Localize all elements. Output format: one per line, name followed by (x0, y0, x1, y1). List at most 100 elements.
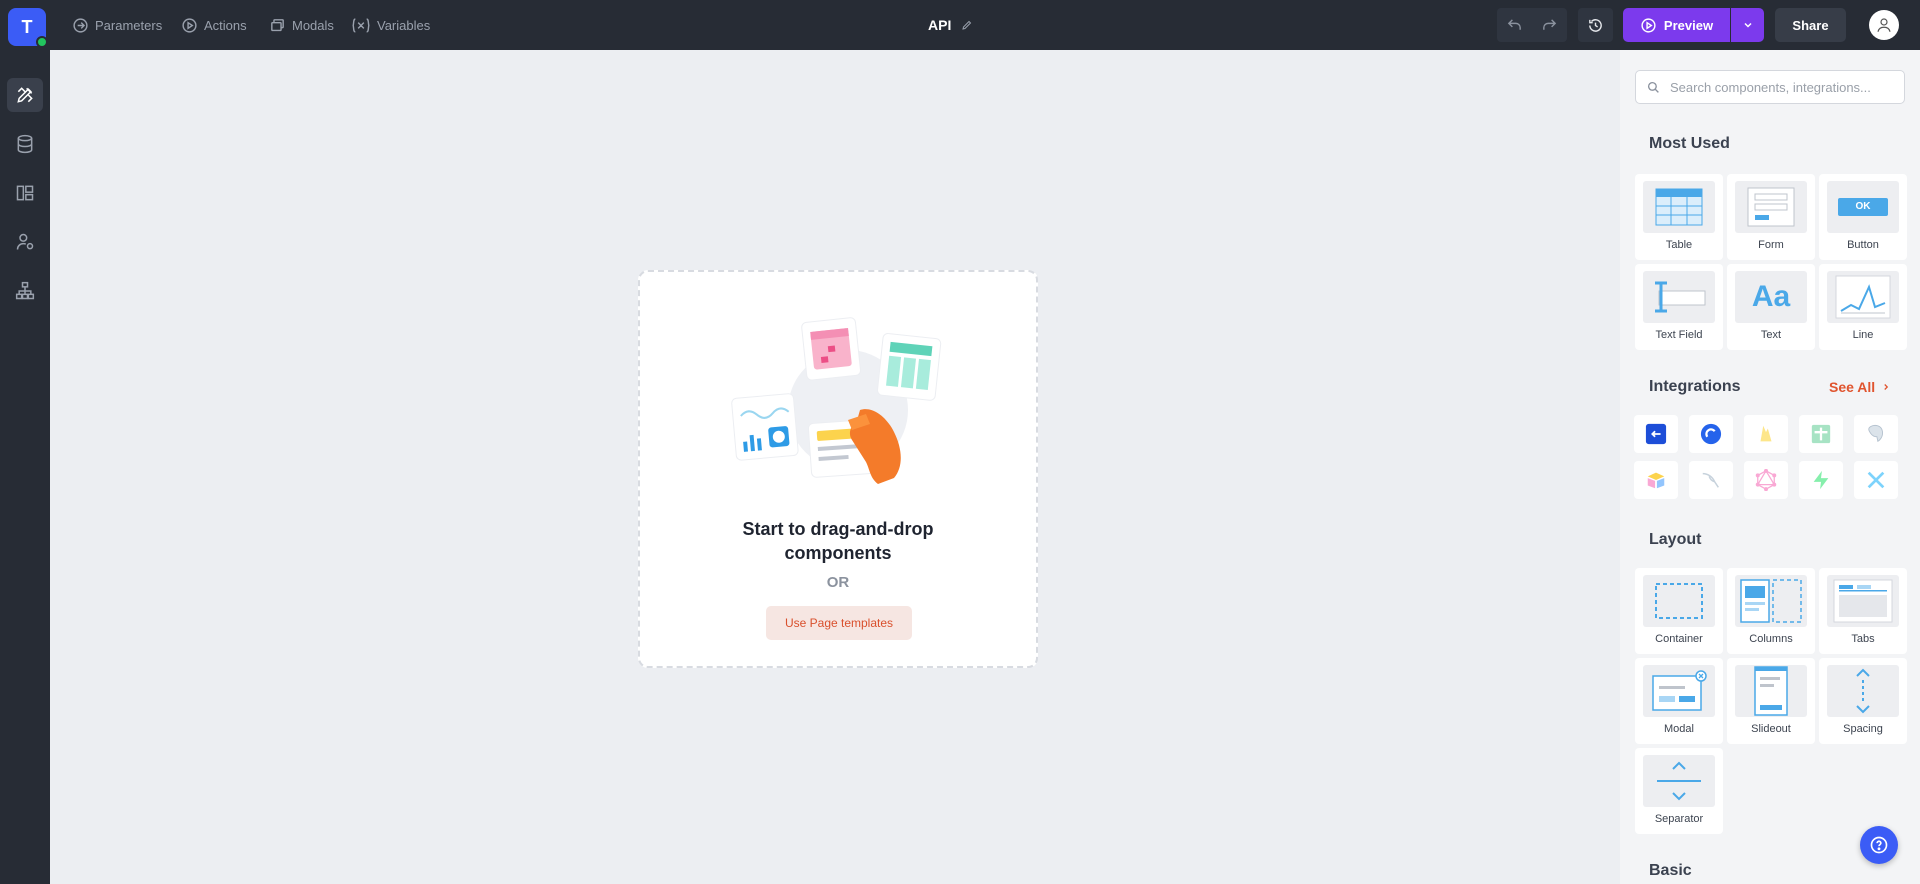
text-preview: Aa (1751, 280, 1791, 313)
component-modal[interactable]: Modal (1635, 658, 1723, 744)
integration-mysql[interactable] (1689, 461, 1733, 499)
component-separator[interactable]: Separator (1635, 748, 1723, 834)
table-icon (1655, 188, 1703, 226)
logo-letter: T (21, 17, 33, 37)
redo-icon (1543, 18, 1557, 30)
integrations-title: Integrations (1649, 378, 1741, 395)
line-thumb (1827, 271, 1899, 323)
search-input[interactable] (1670, 71, 1896, 103)
use-page-templates-button[interactable]: Use Page templates (766, 606, 912, 640)
api-icon (1645, 423, 1667, 445)
component-container[interactable]: Container (1635, 568, 1723, 654)
firebase-icon (1760, 425, 1772, 442)
component-label: Separator (1654, 813, 1704, 825)
integration-postgresql[interactable] (1854, 415, 1898, 453)
search-icon (1647, 81, 1659, 93)
form-thumb (1735, 181, 1807, 233)
avatar[interactable] (1869, 10, 1899, 40)
sidebar-item-pages[interactable] (7, 176, 43, 210)
integration-graphql[interactable] (1744, 461, 1788, 499)
chevron-right-icon (1884, 384, 1889, 390)
pencil-icon[interactable] (961, 19, 973, 31)
container-thumb (1643, 575, 1715, 627)
container-icon (1655, 583, 1703, 619)
component-table[interactable]: Table (1635, 174, 1723, 260)
redo-button[interactable] (1532, 17, 1567, 34)
undo-icon (1507, 18, 1521, 30)
nav-modals-label: Modals (292, 17, 334, 33)
component-form[interactable]: Form (1727, 174, 1815, 260)
dropzone-title: Start to drag-and-drop components (742, 519, 934, 563)
component-line[interactable]: Line (1819, 264, 1907, 350)
button-thumb: OK (1827, 181, 1899, 233)
left-sidebar (0, 50, 50, 884)
separator-thumb (1643, 755, 1715, 807)
basic-title: Basic (1649, 862, 1692, 879)
preview-button[interactable]: Preview (1623, 8, 1730, 42)
app-logo[interactable]: T (8, 8, 48, 48)
dropzone-or: OR (826, 574, 850, 591)
user-settings-icon (16, 233, 34, 250)
component-button[interactable]: OK Button (1819, 174, 1907, 260)
component-spacing[interactable]: Spacing (1819, 658, 1907, 744)
sidebar-item-database[interactable] (7, 127, 43, 161)
columns-thumb (1735, 575, 1807, 627)
component-label: Columns (1749, 633, 1793, 645)
spacing-icon (1856, 668, 1870, 714)
component-slideout[interactable]: Slideout (1727, 658, 1815, 744)
component-text-field[interactable]: Text Field (1635, 264, 1723, 350)
history-icon (1589, 18, 1602, 32)
top-bar: T Parameters Actions Modals Variables AP… (0, 0, 1920, 50)
component-text[interactable]: Aa Text (1727, 264, 1815, 350)
modal-thumb (1643, 665, 1715, 717)
sidebar-item-structure[interactable] (7, 274, 43, 308)
most-used-title: Most Used (1649, 135, 1730, 152)
integration-firebase[interactable] (1744, 415, 1788, 453)
integration-x[interactable] (1854, 461, 1898, 499)
design-tools-icon (17, 87, 33, 103)
openai-icon (1700, 423, 1722, 445)
integration-supabase[interactable] (1799, 461, 1843, 499)
google-sheets-icon (1811, 424, 1831, 444)
button-preview: OK (1838, 198, 1888, 216)
arrow-right-circle-icon (73, 17, 88, 33)
mysql-icon (1702, 472, 1719, 488)
help-button[interactable] (1860, 826, 1898, 864)
integration-google-sheets[interactable] (1799, 415, 1843, 453)
modal-icon (1652, 670, 1707, 711)
page-title[interactable]: API (928, 0, 973, 50)
integration-airtable[interactable] (1634, 461, 1678, 499)
variable-x-icon (352, 17, 370, 33)
nav-actions[interactable]: Actions (181, 0, 247, 50)
user-icon (1877, 18, 1891, 32)
nav-variables-label: Variables (377, 17, 431, 33)
postgresql-icon (1868, 424, 1884, 443)
nav-variables[interactable]: Variables (351, 0, 430, 50)
see-all-label: See All (1829, 379, 1876, 395)
preview-dropdown-button[interactable] (1731, 8, 1764, 42)
share-button[interactable]: Share (1775, 8, 1846, 42)
status-dot (36, 36, 48, 48)
component-label: Form (1758, 239, 1784, 251)
components-panel: Most Used Table Form OK Button Text Fiel… (1620, 50, 1920, 884)
undo-redo-group (1497, 8, 1567, 42)
component-columns[interactable]: Columns (1727, 568, 1815, 654)
airtable-x-icon (1867, 471, 1885, 489)
history-button[interactable] (1578, 8, 1613, 42)
text-thumb: Aa (1735, 271, 1807, 323)
integration-openai[interactable] (1689, 415, 1733, 453)
play-circle-icon (1641, 17, 1656, 33)
integration-api[interactable] (1634, 415, 1678, 453)
sidebar-item-users[interactable] (7, 225, 43, 259)
component-tabs[interactable]: Tabs (1819, 568, 1907, 654)
sidebar-item-design[interactable] (7, 78, 43, 112)
tabs-thumb (1827, 575, 1899, 627)
nav-parameters[interactable]: Parameters (72, 0, 162, 50)
see-all-link[interactable]: See All (1829, 379, 1891, 395)
line-chart-icon (1835, 275, 1891, 319)
undo-button[interactable] (1497, 17, 1532, 34)
nav-modals[interactable]: Modals (269, 0, 334, 50)
component-label: Text (1760, 329, 1782, 341)
component-label: Modal (1664, 723, 1694, 735)
canvas-dropzone[interactable]: Start to drag-and-drop components OR Use… (638, 270, 1038, 668)
